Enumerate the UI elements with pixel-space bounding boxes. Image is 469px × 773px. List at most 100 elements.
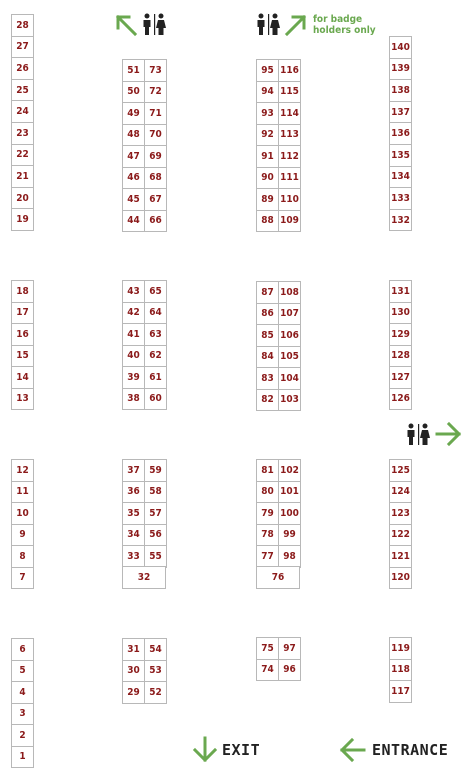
booth[interactable]: 127 <box>389 366 412 389</box>
booth[interactable]: 135 <box>389 144 412 167</box>
booth[interactable]: 140 <box>389 36 412 59</box>
booth[interactable]: 69 <box>144 145 167 168</box>
booth[interactable]: 101 <box>278 480 301 503</box>
booth[interactable]: 44 <box>122 209 145 232</box>
booth[interactable]: 111 <box>278 166 301 189</box>
booth[interactable]: 47 <box>122 145 145 168</box>
booth[interactable]: 123 <box>389 502 412 525</box>
booth[interactable]: 68 <box>144 166 167 189</box>
booth[interactable]: 73 <box>144 59 167 82</box>
booth[interactable]: 90 <box>256 166 279 189</box>
booth[interactable]: 10 <box>11 502 34 525</box>
booth[interactable]: 87 <box>256 281 279 304</box>
booth[interactable]: 130 <box>389 301 412 324</box>
booth[interactable]: 81 <box>256 459 279 482</box>
booth[interactable]: 15 <box>11 344 34 367</box>
booth[interactable]: 24 <box>11 100 34 123</box>
booth[interactable]: 88 <box>256 209 279 232</box>
booth[interactable]: 109 <box>278 209 301 232</box>
booth[interactable]: 93 <box>256 102 279 125</box>
booth[interactable]: 79 <box>256 502 279 525</box>
booth[interactable]: 125 <box>389 459 412 482</box>
booth[interactable]: 26 <box>11 57 34 80</box>
booth[interactable]: 60 <box>144 387 167 410</box>
booth[interactable]: 42 <box>122 301 145 324</box>
booth[interactable]: 122 <box>389 523 412 546</box>
booth[interactable]: 104 <box>278 367 301 390</box>
booth[interactable]: 38 <box>122 387 145 410</box>
booth[interactable]: 103 <box>278 388 301 411</box>
booth[interactable]: 61 <box>144 366 167 389</box>
booth[interactable]: 13 <box>11 387 34 410</box>
booth[interactable]: 57 <box>144 502 167 525</box>
booth[interactable]: 46 <box>122 166 145 189</box>
booth[interactable]: 34 <box>122 523 145 546</box>
booth[interactable]: 115 <box>278 80 301 103</box>
booth[interactable]: 41 <box>122 323 145 346</box>
booth[interactable]: 112 <box>278 145 301 168</box>
booth[interactable]: 51 <box>122 59 145 82</box>
booth[interactable]: 4 <box>11 681 34 704</box>
booth[interactable]: 102 <box>278 459 301 482</box>
booth[interactable]: 95 <box>256 59 279 82</box>
booth[interactable]: 23 <box>11 122 34 145</box>
booth[interactable]: 19 <box>11 208 34 231</box>
booth[interactable]: 1 <box>11 745 34 768</box>
booth[interactable]: 39 <box>122 366 145 389</box>
booth[interactable]: 80 <box>256 480 279 503</box>
booth[interactable]: 118 <box>389 658 412 681</box>
booth[interactable]: 62 <box>144 344 167 367</box>
booth[interactable]: 21 <box>11 165 34 188</box>
booth[interactable]: 3 <box>11 702 34 725</box>
booth[interactable]: 107 <box>278 302 301 325</box>
booth[interactable]: 2 <box>11 724 34 747</box>
booth[interactable]: 36 <box>122 480 145 503</box>
booth[interactable]: 28 <box>11 14 34 37</box>
booth[interactable]: 129 <box>389 323 412 346</box>
booth[interactable]: 99 <box>278 523 301 546</box>
booth[interactable]: 49 <box>122 102 145 125</box>
booth[interactable]: 40 <box>122 344 145 367</box>
booth[interactable]: 128 <box>389 344 412 367</box>
booth[interactable]: 35 <box>122 502 145 525</box>
booth[interactable]: 124 <box>389 480 412 503</box>
booth[interactable]: 138 <box>389 79 412 102</box>
booth[interactable]: 106 <box>278 324 301 347</box>
booth[interactable]: 120 <box>389 566 412 589</box>
booth[interactable]: 20 <box>11 186 34 210</box>
booth[interactable]: 91 <box>256 145 279 168</box>
booth[interactable]: 67 <box>144 188 167 211</box>
booth[interactable]: 114 <box>278 102 301 125</box>
booth[interactable]: 8 <box>11 545 34 568</box>
booth[interactable]: 97 <box>278 637 301 660</box>
booth[interactable]: 84 <box>256 345 279 368</box>
booth[interactable]: 48 <box>122 123 145 146</box>
booth[interactable]: 33 <box>122 545 145 568</box>
booth[interactable]: 12 <box>11 459 34 482</box>
booth[interactable]: 92 <box>256 123 279 146</box>
booth[interactable]: 116 <box>278 59 301 82</box>
booth[interactable]: 132 <box>389 208 412 232</box>
booth[interactable]: 94 <box>256 80 279 103</box>
booth[interactable]: 77 <box>256 545 279 568</box>
booth[interactable]: 50 <box>122 80 145 103</box>
booth[interactable]: 16 <box>11 323 34 346</box>
booth[interactable]: 14 <box>11 366 34 389</box>
booth[interactable]: 54 <box>144 638 167 661</box>
booth[interactable]: 11 <box>11 480 34 503</box>
booth[interactable]: 31 <box>122 638 145 661</box>
booth[interactable]: 66 <box>144 209 167 232</box>
booth[interactable]: 117 <box>389 680 412 703</box>
booth[interactable]: 78 <box>256 523 279 546</box>
booth[interactable]: 100 <box>278 502 301 525</box>
booth[interactable]: 43 <box>122 280 145 303</box>
booth[interactable]: 136 <box>389 122 412 145</box>
booth[interactable]: 22 <box>11 143 34 167</box>
booth[interactable]: 86 <box>256 302 279 325</box>
booth[interactable]: 126 <box>389 387 412 410</box>
booth[interactable]: 89 <box>256 188 279 211</box>
booth[interactable]: 65 <box>144 280 167 303</box>
booth[interactable]: 119 <box>389 637 412 660</box>
booth[interactable]: 98 <box>278 545 301 568</box>
booth[interactable]: 17 <box>11 301 34 324</box>
